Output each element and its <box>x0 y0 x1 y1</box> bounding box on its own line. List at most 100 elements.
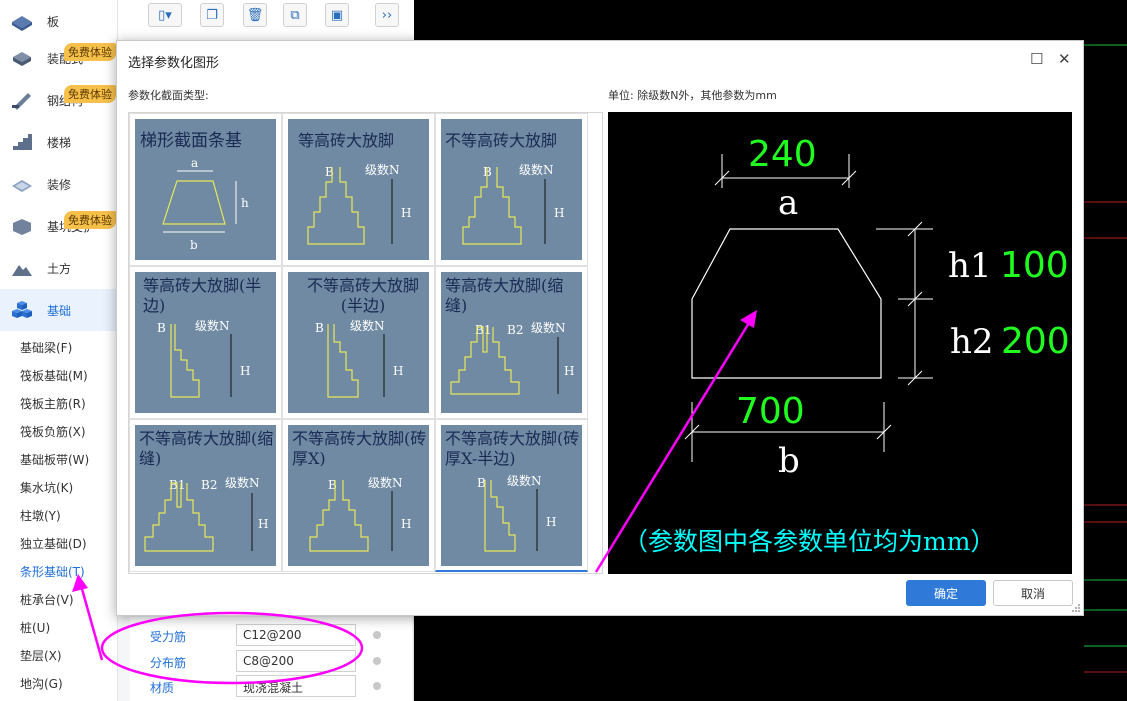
property-table: 受力筋 C12@200 分布筋 C8@200 材质 现浇混凝土 <box>130 617 412 701</box>
shape-thumbnail: 等高砖大放脚 B 级数N H <box>288 119 429 260</box>
sidebar-item-raft-main-rebar[interactable]: 筏板主筋(R) <box>20 395 86 412</box>
sidebar-item-slab-strip[interactable]: 基础板带(W) <box>20 451 89 468</box>
param-label: H <box>554 206 564 220</box>
sidebar-cat-foundation[interactable]: 基础 <box>0 289 118 331</box>
more-button[interactable]: ›› <box>375 3 399 27</box>
shape-option-unequal-step-thickness[interactable]: 不等高砖大放脚(砖厚X) B 级数N H <box>282 419 435 572</box>
pit-support-icon <box>13 219 31 235</box>
property-name: 分布筋 <box>150 656 187 670</box>
new-file-icon: ▯▾ <box>158 7 172 23</box>
maximize-icon[interactable]: ☐ <box>1030 50 1043 68</box>
sidebar-item-pile[interactable]: 桩(U) <box>20 619 50 636</box>
equal-step-diagram: 等高砖大放脚 B 级数N H <box>298 131 411 245</box>
sidebar-cat-label: 基础 <box>47 303 72 318</box>
chevron-right-icon: ›› <box>381 7 393 23</box>
property-row: 分布筋 C8@200 <box>130 649 412 674</box>
param-label: 级数N <box>225 475 260 490</box>
param-label: H <box>401 517 411 531</box>
param-label: 级数N <box>350 318 385 333</box>
unequal-step-half-diagram: 不等高砖大放脚(半边) B 级数N H <box>306 276 419 398</box>
sidebar-item-cushion[interactable]: 垫层(X) <box>20 647 62 664</box>
shape-thumbnail: 等高砖大放脚(半边) B 级数N H <box>135 272 276 413</box>
shape-option-unequal-step[interactable]: 不等高砖大放脚 B 级数N H <box>435 113 588 266</box>
property-toggle[interactable] <box>373 631 381 639</box>
equal-step-half-diagram: 等高砖大放脚(半边) B 级数N H <box>143 276 261 398</box>
section-type-label: 参数化截面类型: <box>128 89 209 102</box>
sidebar-item-trench[interactable]: 地沟(G) <box>20 675 63 692</box>
cancel-button[interactable]: 取消 <box>993 580 1073 606</box>
sidebar-cat-steel[interactable]: 钢结构 免费体验 <box>0 79 118 121</box>
unit-note: （参数图中各参数单位均为mm） <box>623 527 995 556</box>
shape-title: 不等高砖大放脚(半边) <box>306 276 419 315</box>
shape-thumbnail: 不等高砖大放脚(砖厚X) B 级数N H <box>288 425 429 566</box>
unit-label: 单位: 除级数N外，其他参数为mm <box>608 89 777 102</box>
duplicate-button[interactable]: ⧉ <box>283 3 307 27</box>
property-toggle[interactable] <box>373 682 381 690</box>
confirm-button[interactable]: 确定 <box>906 580 986 606</box>
sidebar-cat-earthwork[interactable]: 土方 <box>0 247 118 289</box>
svg-text:b: b <box>190 238 198 252</box>
sidebar-item-sump[interactable]: 集水坑(K) <box>20 479 73 496</box>
unequal-step-thickness-half-diagram: 不等高砖大放脚(砖厚X-半边) B 级数N H <box>445 429 580 552</box>
sidebar-cat-prefab[interactable]: 装配式 免费体验 <box>0 37 118 79</box>
sidebar-item-pile-cap[interactable]: 桩承台(V) <box>20 591 74 608</box>
free-trial-badge: 免费体验 <box>64 85 116 103</box>
shape-option-unequal-step-thickness-half[interactable]: 不等高砖大放脚(砖厚X-半边) B 级数N H <box>435 419 588 572</box>
sidebar-cat-label: 装修 <box>47 177 72 192</box>
property-value-field[interactable]: 现浇混凝土 <box>236 675 356 697</box>
stairs-icon <box>13 134 32 150</box>
shape-option-trapezoid[interactable]: 梯形截面条基 a b h <box>129 113 282 266</box>
shape-title: 不等高砖大放脚(砖厚X-半边) <box>445 429 580 468</box>
shape-thumbnail: 等高砖大放脚(缩缝) B1 B2 级数N H <box>441 272 582 413</box>
new-component-button[interactable]: ▯▾ <box>148 3 182 27</box>
shape-thumbnail: 不等高砖大放脚 B 级数N H <box>441 119 582 260</box>
shape-title: 梯形截面条基 <box>140 131 242 151</box>
param-label: H <box>258 517 268 531</box>
sidebar-item-isolated-footing[interactable]: 独立基础(D) <box>20 535 87 552</box>
param-value-h2: 200 <box>1001 321 1070 362</box>
param-label-h2: h2 <box>950 322 994 362</box>
shape-option-equal-step-half[interactable]: 等高砖大放脚(半边) B 级数N H <box>129 266 282 419</box>
shape-option-equal-step-gap[interactable]: 等高砖大放脚(缩缝) B1 B2 级数N H <box>435 266 588 419</box>
shape-title: 不等高砖大放脚(砖厚X) <box>292 429 427 468</box>
sidebar-item-column-pier[interactable]: 柱墩(Y) <box>20 507 61 524</box>
property-toggle[interactable] <box>373 657 381 665</box>
sidebar-item-raft-neg-rebar[interactable]: 筏板负筋(X) <box>20 423 86 440</box>
property-value-field[interactable]: C8@200 <box>236 650 356 672</box>
shape-option-unequal-step-gap[interactable]: 不等高砖大放脚(缩缝) B1 B2 级数N H <box>129 419 282 572</box>
property-value-field[interactable]: C12@200 <box>236 624 356 646</box>
preview-diagram: 240 a h1 100 h2 200 700 b （参数图中各参数单位均为mm… <box>623 134 1070 556</box>
svg-text:h: h <box>241 196 249 210</box>
param-label: H <box>240 364 250 378</box>
copy-button[interactable]: ❐ <box>200 3 224 27</box>
property-row: 受力筋 C12@200 <box>130 623 412 648</box>
sidebar-cat-pit-support[interactable]: 基坑支护 免费体验 <box>0 205 118 247</box>
sidebar-item-raft[interactable]: 筏板基础(M) <box>20 367 88 384</box>
sidebar-item-foundation-beam[interactable]: 基础梁(F) <box>20 339 72 356</box>
sidebar-cat-slab[interactable]: 板 <box>0 0 118 42</box>
sidebar-cat-label: 板 <box>47 14 60 29</box>
duplicate-icon: ⧉ <box>290 7 300 23</box>
copy-icon: ❐ <box>206 7 218 23</box>
shape-grid: 梯形截面条基 a b h 等高砖大放脚 B 级数N H 不等高砖大放脚 B 级数… <box>128 112 603 574</box>
sidebar-item-strip-footing[interactable]: 条形基础(T) <box>20 563 85 580</box>
param-label: B <box>157 321 166 335</box>
sidebar-cat-stairs[interactable]: 楼梯 <box>0 121 118 163</box>
property-name: 受力筋 <box>150 630 187 644</box>
param-label: B2 <box>507 323 523 337</box>
param-label: B2 <box>201 478 217 492</box>
trapezoid-diagram: 梯形截面条基 a b h <box>140 131 249 252</box>
shape-option-unequal-step-half[interactable]: 不等高砖大放脚(半边) B 级数N H <box>282 266 435 419</box>
param-label: 级数N <box>531 320 566 335</box>
shape-title: 等高砖大放脚(缩缝) <box>445 276 564 315</box>
trapezoid-section <box>691 228 882 379</box>
param-label: H <box>546 515 556 529</box>
delete-button[interactable]: 🗑 <box>243 3 267 27</box>
save-button[interactable]: ▣ <box>325 3 349 27</box>
param-label: 级数N <box>365 162 400 177</box>
resize-grip-icon[interactable] <box>1071 603 1081 613</box>
sidebar-cat-decoration[interactable]: 装修 <box>0 163 118 205</box>
close-icon[interactable]: ✕ <box>1058 50 1071 68</box>
shape-title: 不等高砖大放脚(缩缝) <box>139 429 274 468</box>
shape-option-equal-step[interactable]: 等高砖大放脚 B 级数N H <box>282 113 435 266</box>
